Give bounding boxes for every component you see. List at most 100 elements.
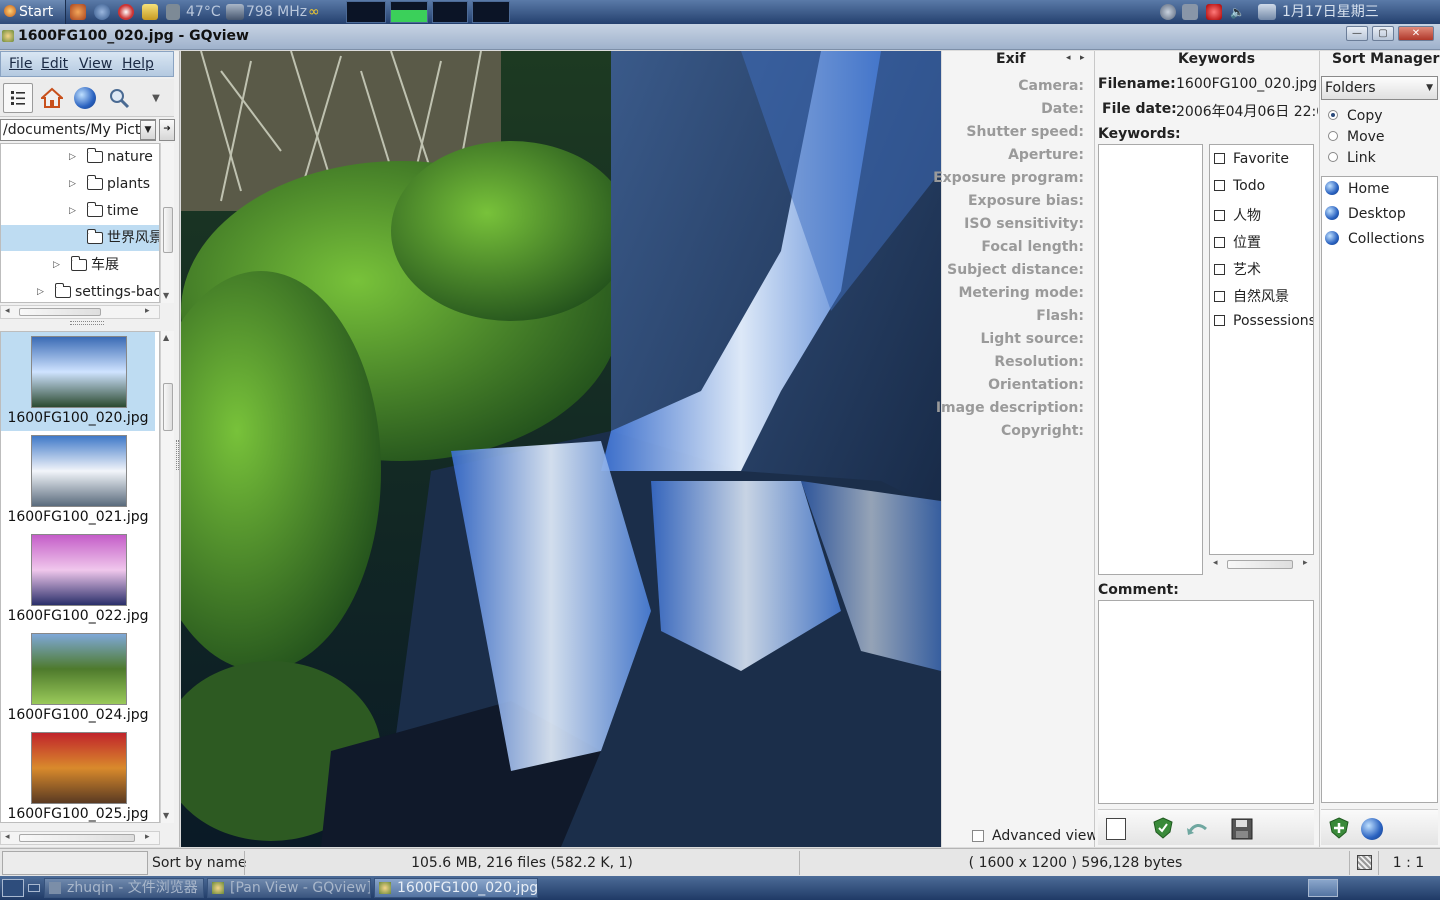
scroll-left-arrow-icon[interactable]: ◂ — [1213, 558, 1218, 568]
expander-arrow-icon[interactable]: ▷ — [69, 144, 76, 170]
scroll-right-arrow-icon[interactable]: ▸ — [1303, 558, 1308, 568]
scroll-left-arrow-icon[interactable]: ◂ — [5, 306, 10, 316]
tray-window-icon[interactable] — [1308, 879, 1338, 897]
zoom-button[interactable] — [104, 83, 134, 113]
action-move[interactable]: Move — [1328, 129, 1385, 145]
menu-file[interactable]: File — [9, 56, 32, 72]
sort-mode-select[interactable]: Folders ▼ — [1321, 76, 1438, 100]
scroll-down-arrow-icon[interactable]: ▼ — [163, 291, 169, 300]
scrollbar-thumb[interactable] — [19, 308, 101, 316]
scrollbar-thumb[interactable] — [163, 207, 173, 253]
destination-home[interactable]: Home — [1325, 181, 1389, 197]
volume-icon[interactable]: 🔈 — [1230, 4, 1246, 20]
expander-arrow-icon[interactable]: ▷ — [53, 252, 60, 278]
keyword-todo[interactable]: Todo — [1214, 178, 1265, 200]
zoom-level[interactable]: 1 : 1 — [1378, 851, 1438, 875]
expander-arrow-icon[interactable]: ▷ — [37, 279, 44, 302]
expander-arrow-icon[interactable]: ▷ — [69, 171, 76, 197]
path-input[interactable]: /documents/My Pictures/ — [0, 119, 156, 141]
tree-horizontal-scrollbar[interactable]: ◂ ▸ — [0, 305, 160, 319]
thumbnail-item[interactable]: 1600FG100_024.jpg — [1, 629, 155, 728]
calendar-icon[interactable] — [1258, 4, 1276, 20]
action-link[interactable]: Link — [1328, 150, 1376, 166]
pane-resize-handle[interactable] — [70, 321, 104, 325]
toolbar-overflow-chevron-icon[interactable]: ▼ — [146, 83, 166, 113]
tree-item-nature[interactable]: ▷ nature — [1, 144, 159, 170]
keyword-checkbox[interactable] — [1214, 210, 1225, 221]
battery-icon[interactable] — [1182, 4, 1198, 20]
keyword-nature[interactable]: 自然风景 — [1214, 286, 1289, 308]
keyword-art[interactable]: 艺术 — [1214, 259, 1261, 281]
open-destination-icon[interactable] — [1361, 818, 1383, 840]
keyword-people[interactable]: 人物 — [1214, 205, 1261, 227]
mail-launcher-icon[interactable] — [142, 4, 158, 20]
update-notifier-icon[interactable] — [1206, 4, 1222, 20]
keywords-text-area[interactable] — [1098, 144, 1203, 575]
scrollbar-thumb[interactable] — [1227, 560, 1293, 569]
thumbnail-item[interactable]: 1600FG100_022.jpg — [1, 530, 155, 629]
menu-view[interactable]: View — [79, 56, 112, 72]
keyword-checkbox[interactable] — [1214, 291, 1225, 302]
pane-splitter-handle[interactable] — [176, 440, 179, 470]
keyword-checkbox[interactable] — [1214, 237, 1225, 248]
refresh-button[interactable] — [70, 83, 100, 113]
sort-by-button[interactable]: Sort by name — [152, 851, 246, 875]
thumbnails-toggle-button[interactable] — [3, 83, 33, 113]
thumbnail-item[interactable]: 1600FG100_020.jpg — [1, 332, 155, 431]
radio-button[interactable] — [1328, 110, 1338, 120]
scroll-up-arrow-icon[interactable]: ▲ — [163, 333, 169, 342]
scrollbar-thumb[interactable] — [19, 834, 135, 842]
zoom-mode-icon[interactable] — [1357, 855, 1372, 870]
thumbnail-vertical-scrollbar[interactable]: ▲ ▼ — [160, 331, 174, 823]
tree-item-world-scenery[interactable]: 世界风景 — [1, 225, 159, 251]
add-destination-icon[interactable] — [1329, 817, 1349, 839]
window-titlebar[interactable]: 1600FG100_020.jpg - GQview — ▢ ✕ — [0, 24, 1440, 50]
home-button[interactable] — [37, 83, 67, 113]
close-button[interactable]: ✕ — [1398, 26, 1434, 41]
workspace-switcher-icon[interactable] — [28, 884, 40, 892]
keyword-location[interactable]: 位置 — [1214, 232, 1261, 254]
scroll-right-arrow-icon[interactable]: ▸ — [145, 306, 150, 316]
scroll-right-arrow-icon[interactable]: ▸ — [145, 832, 150, 842]
keyword-horizontal-scrollbar[interactable]: ◂ ▸ — [1209, 558, 1314, 572]
exif-prev-arrow-icon[interactable]: ◂ — [1066, 53, 1071, 63]
menu-edit[interactable]: Edit — [41, 56, 68, 72]
keyword-checkbox[interactable] — [1214, 153, 1225, 164]
advanced-view-checkbox[interactable] — [972, 830, 984, 842]
task-pan-view[interactable]: [Pan View - GQview] — [207, 878, 371, 898]
action-copy[interactable]: Copy — [1328, 108, 1383, 124]
keyword-checkbox[interactable] — [1214, 264, 1225, 275]
radio-button[interactable] — [1328, 152, 1338, 162]
keyword-checkbox[interactable] — [1214, 315, 1225, 326]
save-icon[interactable] — [1231, 818, 1253, 840]
keyword-checkbox[interactable] — [1214, 180, 1225, 191]
path-go-button[interactable]: ➜ — [159, 119, 175, 141]
task-file-browser[interactable]: zhuqin - 文件浏览器 — [44, 878, 204, 898]
destination-collections[interactable]: Collections — [1325, 231, 1425, 247]
thumbnail-horizontal-scrollbar[interactable]: ◂ ▸ — [0, 831, 160, 845]
undo-icon[interactable] — [1186, 819, 1208, 837]
save-shield-icon[interactable] — [1153, 817, 1173, 839]
firefox-launcher-icon[interactable] — [70, 4, 86, 20]
tree-item-plants[interactable]: ▷ plants — [1, 171, 159, 197]
scrollbar-thumb[interactable] — [163, 383, 173, 431]
path-history-dropdown-icon[interactable]: ▼ — [140, 120, 156, 140]
expander-arrow-icon[interactable]: ▷ — [69, 198, 76, 224]
start-button[interactable]: Start — [0, 0, 66, 24]
radio-button[interactable] — [1328, 131, 1338, 141]
tree-vertical-scrollbar[interactable]: ▼ — [160, 143, 174, 303]
help-launcher-icon[interactable] — [118, 4, 134, 20]
tree-item-settings-backup[interactable]: ▷settings-backup — [1, 279, 159, 302]
file-manager-launcher-icon[interactable] — [94, 4, 110, 20]
tree-item-auto-show[interactable]: ▷ 车展 — [1, 252, 159, 278]
menu-help[interactable]: Help — [122, 56, 154, 72]
network-status-icon[interactable] — [1160, 4, 1176, 20]
show-desktop-icon[interactable] — [2, 879, 24, 897]
thumbnail-item[interactable]: 1600FG100_021.jpg — [1, 431, 155, 530]
scroll-left-arrow-icon[interactable]: ◂ — [5, 832, 10, 842]
exif-next-arrow-icon[interactable]: ▸ — [1080, 53, 1085, 63]
scroll-down-arrow-icon[interactable]: ▼ — [163, 811, 169, 820]
comment-text-area[interactable] — [1098, 600, 1314, 804]
tree-item-time[interactable]: ▷ time — [1, 198, 159, 224]
thumbnail-item[interactable]: 1600FG100_025.jpg — [1, 728, 155, 822]
